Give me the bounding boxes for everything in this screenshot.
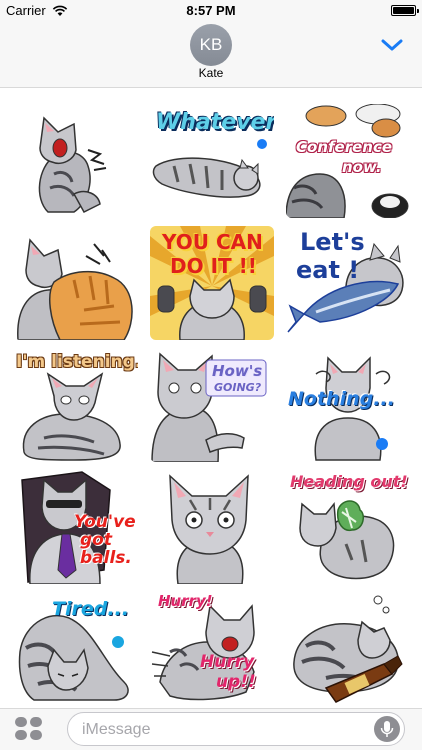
sticker-hugging-cats[interactable] xyxy=(14,226,138,340)
sticker-caption: Hurry! xyxy=(158,592,213,610)
sticker-heading-out-cat[interactable]: Heading out! xyxy=(286,470,410,584)
app-drawer-icon[interactable] xyxy=(15,717,43,741)
sticker-caption: GOING? xyxy=(214,381,262,394)
sticker-caption: up!! xyxy=(216,672,256,692)
sticker-caption: Whatever xyxy=(156,110,274,135)
sticker-staring-cat[interactable] xyxy=(150,470,274,584)
compose-bar: iMessage xyxy=(0,708,422,750)
sticker-hurry-cat[interactable]: Hurry! Hurry up!! xyxy=(150,592,274,706)
sticker-sleeping-bottle-cat[interactable] xyxy=(286,592,410,706)
sticker-caption: You've xyxy=(74,512,136,532)
conversation-header: KB Kate xyxy=(0,22,422,88)
sticker-grid: Whatever Conference now. YOU CAN DO IT !… xyxy=(0,88,422,708)
sticker-im-listening-cat[interactable]: I'm listening. xyxy=(14,348,138,462)
sticker-caption: Hurry xyxy=(200,652,255,672)
sticker-nothing-cat[interactable]: Nothing... xyxy=(286,348,410,462)
imessage-input[interactable]: iMessage xyxy=(67,712,405,746)
sticker-caption: DO IT !! xyxy=(170,254,257,278)
sticker-caption: eat ! xyxy=(296,256,360,284)
sticker-caption: YOU CAN xyxy=(162,230,263,254)
sticker-youve-got-balls-cat[interactable]: You've got balls. xyxy=(14,470,138,584)
sticker-caption: Heading out! xyxy=(290,472,408,491)
sticker-yawning-cat[interactable] xyxy=(14,104,138,218)
sticker-whatever-cat[interactable]: Whatever xyxy=(150,104,274,218)
contact-name[interactable]: Kate xyxy=(0,66,422,80)
sticker-caption: balls. xyxy=(80,548,132,568)
sticker-lets-eat-cat[interactable]: Let's eat ! xyxy=(286,226,410,340)
sticker-caption: now. xyxy=(342,158,382,176)
status-bar: Carrier 8:57 PM xyxy=(0,0,422,22)
sticker-hows-going-cat[interactable]: How's GOING? xyxy=(150,348,274,462)
sticker-caption: Let's xyxy=(300,228,365,256)
sticker-caption: Conference xyxy=(296,138,393,156)
sticker-caption: How's xyxy=(212,362,263,380)
microphone-icon[interactable] xyxy=(374,716,400,742)
sticker-caption: got xyxy=(80,530,112,550)
sticker-you-can-do-it-cat[interactable]: YOU CAN DO IT !! xyxy=(150,226,274,340)
sticker-conference-now-cat[interactable]: Conference now. xyxy=(286,104,410,218)
chevron-down-icon[interactable] xyxy=(378,34,406,56)
sticker-tired-cat[interactable]: Tired... xyxy=(14,592,138,706)
imessage-placeholder: iMessage xyxy=(82,721,151,738)
sticker-caption: Nothing... xyxy=(288,388,395,410)
status-time: 8:57 PM xyxy=(186,3,236,18)
battery-icon xyxy=(391,5,419,16)
sticker-caption: I'm listening. xyxy=(16,352,138,372)
contact-avatar[interactable]: KB xyxy=(190,24,232,66)
sticker-caption: Tired... xyxy=(52,598,129,620)
